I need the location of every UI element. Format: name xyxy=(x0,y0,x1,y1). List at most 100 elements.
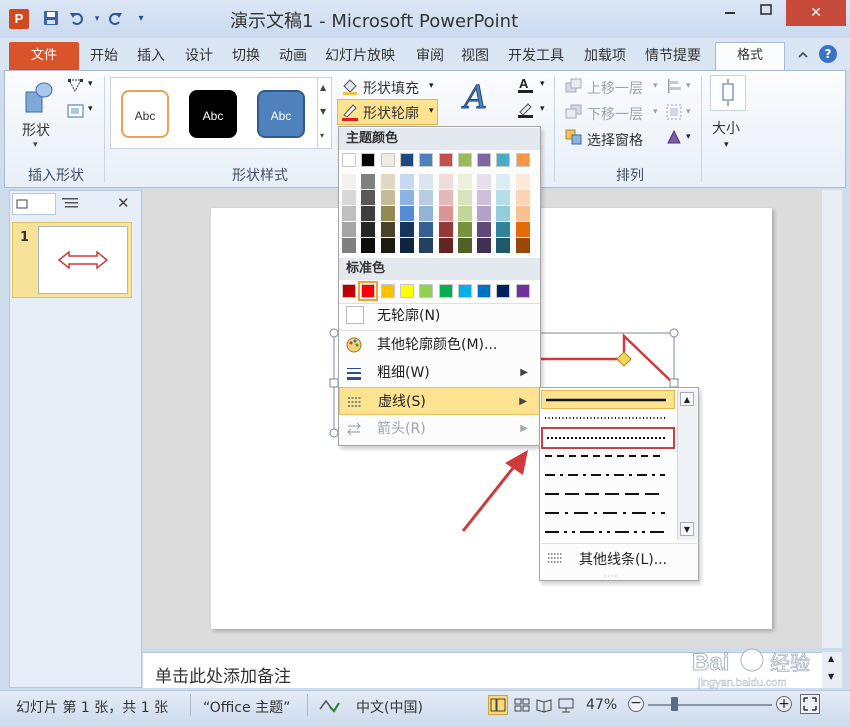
theme-color-shade-swatch[interactable] xyxy=(380,190,395,205)
theme-color-shade-swatch[interactable] xyxy=(380,206,395,221)
shapes-icon[interactable] xyxy=(22,80,54,116)
chevron-down-icon[interactable]: ▾ xyxy=(88,79,93,89)
theme-color-shade-swatch[interactable] xyxy=(399,174,414,189)
slide-sorter-icon[interactable] xyxy=(513,696,531,714)
scroll-down-icon[interactable]: ▼ xyxy=(680,522,694,536)
maximize-icon[interactable] xyxy=(748,0,784,26)
tab-outline[interactable] xyxy=(60,196,82,212)
theme-color-shade-swatch[interactable] xyxy=(477,206,492,221)
menu-item-more-colors[interactable]: 其他轮廓颜色(M)... xyxy=(339,331,540,359)
close-window-icon[interactable]: ✕ xyxy=(786,0,846,26)
theme-color-shade-swatch[interactable] xyxy=(419,206,434,221)
tab-home[interactable]: 开始 xyxy=(90,44,118,68)
theme-color-shade-swatch[interactable] xyxy=(438,190,453,205)
text-fill-icon[interactable]: A xyxy=(516,76,536,94)
zoom-level[interactable]: 47% xyxy=(586,697,617,713)
dash-style-option-long-dash[interactable] xyxy=(541,485,675,504)
theme-color-swatch[interactable] xyxy=(361,153,376,167)
theme-color-shade-swatch[interactable] xyxy=(342,238,356,253)
theme-color-shade-swatch[interactable] xyxy=(438,206,453,221)
theme-color-shade-swatch[interactable] xyxy=(419,174,434,189)
submenu-scrollbar[interactable]: ▲ ▼ xyxy=(677,390,697,540)
standard-color-swatch[interactable] xyxy=(438,284,453,298)
text-outline-icon[interactable] xyxy=(516,101,536,119)
tab-insert[interactable]: 插入 xyxy=(137,44,165,68)
theme-color-shade-swatch[interactable] xyxy=(342,174,356,189)
tab-animations[interactable]: 动画 xyxy=(279,44,307,68)
standard-color-swatch[interactable] xyxy=(477,284,492,298)
theme-color-shade-swatch[interactable] xyxy=(380,238,395,253)
theme-color-shade-swatch[interactable] xyxy=(399,238,414,253)
chevron-down-icon[interactable]: ▾ xyxy=(33,140,38,150)
redo-icon[interactable] xyxy=(106,10,124,28)
theme-color-shade-swatch[interactable] xyxy=(515,222,530,237)
theme-color-shade-swatch[interactable] xyxy=(515,190,530,205)
dash-style-option-long-dash-dot[interactable] xyxy=(541,504,675,523)
theme-color-shade-swatch[interactable] xyxy=(419,238,434,253)
selection-pane-button[interactable]: 选择窗格 xyxy=(587,130,643,150)
theme-color-swatch[interactable] xyxy=(496,153,511,167)
theme-color-shade-swatch[interactable] xyxy=(477,174,492,189)
notes-placeholder[interactable]: 单击此处添加备注 xyxy=(155,662,291,687)
text-box-icon[interactable] xyxy=(67,103,85,119)
tab-developer[interactable]: 开发工具 xyxy=(508,44,564,68)
shape-style-swatch[interactable]: Abc xyxy=(257,90,305,138)
save-icon[interactable] xyxy=(42,10,60,28)
theme-color-shade-swatch[interactable] xyxy=(399,222,414,237)
theme-color-shade-swatch[interactable] xyxy=(342,190,356,205)
theme-color-shade-swatch[interactable] xyxy=(496,190,511,205)
tab-storyboard[interactable]: 情节提要 xyxy=(645,44,701,68)
shapes-button-label[interactable]: 形状 xyxy=(22,120,50,140)
shape-fill-button[interactable]: 形状填充 xyxy=(363,78,419,98)
theme-color-shade-swatch[interactable] xyxy=(361,174,376,189)
close-panel-icon[interactable]: ✕ xyxy=(117,194,130,212)
theme-color-shade-swatch[interactable] xyxy=(457,206,472,221)
standard-color-swatch[interactable] xyxy=(515,284,530,298)
menu-item-more-lines[interactable]: 其他线条(L)... xyxy=(541,545,697,571)
normal-view-icon[interactable] xyxy=(488,695,508,715)
minimize-icon[interactable] xyxy=(712,0,748,26)
theme-color-shade-swatch[interactable] xyxy=(380,174,395,189)
customize-qat-icon[interactable]: ▾ xyxy=(132,10,150,28)
chevron-down-icon[interactable]: ▾ xyxy=(686,132,691,142)
zoom-out-icon[interactable]: − xyxy=(628,696,644,712)
theme-color-shade-swatch[interactable] xyxy=(342,206,356,221)
theme-color-shade-swatch[interactable] xyxy=(438,174,453,189)
theme-color-shade-swatch[interactable] xyxy=(361,222,376,237)
theme-color-shade-swatch[interactable] xyxy=(457,174,472,189)
theme-color-shade-swatch[interactable] xyxy=(342,222,356,237)
theme-color-shade-swatch[interactable] xyxy=(419,190,434,205)
theme-color-shade-swatch[interactable] xyxy=(496,222,511,237)
theme-color-shade-swatch[interactable] xyxy=(438,238,453,253)
powerpoint-app-icon[interactable]: P xyxy=(9,9,29,29)
minimize-ribbon-icon[interactable] xyxy=(796,48,810,62)
spellcheck-icon[interactable] xyxy=(318,695,340,715)
undo-icon[interactable] xyxy=(68,10,86,28)
theme-color-shade-swatch[interactable] xyxy=(361,206,376,221)
theme-color-shade-swatch[interactable] xyxy=(361,238,376,253)
standard-color-swatch[interactable] xyxy=(342,284,356,298)
theme-color-shade-swatch[interactable] xyxy=(399,206,414,221)
tab-slides[interactable] xyxy=(12,193,56,215)
dash-style-option-solid[interactable] xyxy=(541,390,675,409)
theme-color-shade-swatch[interactable] xyxy=(515,238,530,253)
theme-color-shade-swatch[interactable] xyxy=(457,190,472,205)
theme-color-swatch[interactable] xyxy=(477,153,492,167)
tab-transitions[interactable]: 切换 xyxy=(232,44,260,68)
tab-addins[interactable]: 加载项 xyxy=(584,44,626,68)
shape-style-swatch[interactable]: Abc xyxy=(121,90,169,138)
chevron-down-icon[interactable]: ▾ xyxy=(88,104,93,114)
menu-item-dashes[interactable]: 虚线(S) ▶ xyxy=(339,387,540,415)
standard-color-swatch[interactable] xyxy=(399,284,414,298)
tab-file[interactable]: 文件 xyxy=(9,42,79,70)
slideshow-view-icon[interactable] xyxy=(557,696,575,714)
edit-shape-icon[interactable] xyxy=(67,78,85,94)
standard-color-swatch[interactable] xyxy=(358,281,379,301)
theme-color-shade-swatch[interactable] xyxy=(477,190,492,205)
rotate-icon[interactable] xyxy=(666,129,682,145)
size-button-label[interactable]: 大小 xyxy=(712,118,740,138)
selection-pane-icon[interactable] xyxy=(565,129,583,145)
standard-color-swatch[interactable] xyxy=(419,284,434,298)
standard-color-swatch[interactable] xyxy=(496,284,511,298)
zoom-slider-thumb[interactable] xyxy=(671,697,678,711)
